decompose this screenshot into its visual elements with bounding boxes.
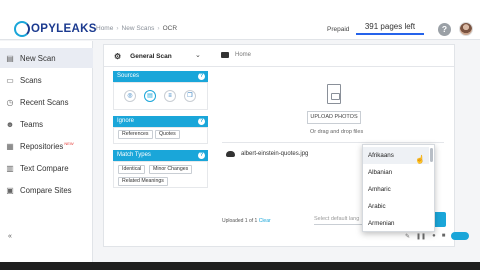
upload-count: Uploaded 1 of 1: [222, 218, 258, 224]
sidebar-item-teams[interactable]: ☻ Teams: [0, 114, 93, 134]
internet-source-icon[interactable]: ◎: [124, 90, 136, 102]
match-types-header: Match Types ?: [113, 150, 208, 161]
language-option[interactable]: Arabic: [363, 198, 429, 215]
sidebar-item-label: Scans: [20, 75, 42, 85]
recording-pill[interactable]: [451, 232, 470, 240]
cloud-upload-icon: [226, 151, 235, 157]
chip-identical[interactable]: Identical: [118, 165, 146, 174]
folder-selector[interactable]: Home: [221, 52, 251, 58]
sources-header: Sources ?: [113, 71, 208, 82]
language-option[interactable]: Albanian: [363, 164, 429, 181]
sidebar-item-label: Text Compare: [20, 163, 69, 173]
match-types-title: Match Types: [117, 152, 151, 158]
sidebar-item-new-scan[interactable]: ▤ New Scan: [0, 48, 93, 68]
user-avatar[interactable]: [459, 22, 473, 36]
collapse-sidebar-icon[interactable]: «: [8, 233, 12, 240]
sidebar-item-label: Recent Scans: [20, 97, 69, 107]
video-bottom-bar: [0, 262, 480, 270]
dropdown-scrollbar[interactable]: [430, 148, 433, 162]
clear-link[interactable]: Clear: [259, 218, 271, 224]
stop-icon[interactable]: ■: [442, 233, 446, 239]
sidebar-item-recent-scans[interactable]: ◷ Recent Scans: [0, 92, 93, 112]
language-option[interactable]: Armenian: [363, 215, 429, 231]
sidebar-item-scans[interactable]: ▭ Scans: [0, 70, 93, 90]
ignore-header: Ignore ?: [113, 116, 208, 127]
breadcrumb-new-scans[interactable]: New Scans: [122, 25, 155, 32]
clock-icon: ◷: [6, 97, 14, 107]
folder-label: Home: [235, 52, 252, 58]
plan-label: Prepaid: [327, 26, 350, 33]
chip-minor-changes[interactable]: Minor Changes: [149, 165, 193, 174]
chip-references[interactable]: References: [118, 130, 153, 139]
copyleaks-app: OPYLEAKS Home › New Scans › OCR Prepaid …: [0, 0, 480, 262]
breadcrumb: Home › New Scans › OCR: [96, 25, 177, 32]
breadcrumb-separator-icon: ›: [116, 25, 119, 32]
repository-source-icon[interactable]: ≡: [164, 90, 176, 102]
gear-icon[interactable]: ⚙: [114, 52, 121, 61]
drop-hint: Or drag and drop files: [310, 129, 364, 135]
ignore-help-icon[interactable]: ?: [198, 118, 205, 125]
chip-related-meanings[interactable]: Related Meanings: [118, 177, 168, 186]
sidebar-item-repositories[interactable]: ▦ Repositories NEW: [0, 136, 93, 156]
scan-type-selector[interactable]: ⚙ General Scan: [114, 52, 172, 61]
file-name: albert-einstein-quotes.jpg: [241, 151, 309, 157]
record-icon[interactable]: ●: [432, 233, 436, 239]
chevron-down-icon[interactable]: ⌄: [195, 51, 201, 59]
upload-photos-button[interactable]: UPLOAD PHOTOS: [307, 111, 361, 124]
mouse-cursor-icon: ☝: [415, 155, 425, 164]
scans-icon: ▭: [6, 75, 14, 85]
sources-title: Sources: [117, 73, 140, 79]
breadcrumb-home[interactable]: Home: [96, 25, 113, 32]
text-compare-icon: ▥: [6, 163, 14, 173]
help-icon[interactable]: ?: [438, 23, 451, 36]
logo-text: OPYLEAKS: [31, 23, 97, 35]
upload-status: Uploaded 1 of 1 Clear: [222, 218, 271, 224]
database-source-icon[interactable]: ▤: [144, 90, 156, 102]
uploaded-file-row: albert-einstein-quotes.jpg: [226, 151, 308, 157]
match-types-help-icon[interactable]: ?: [198, 152, 205, 159]
top-header: OPYLEAKS Home › New Scans › OCR Prepaid …: [0, 0, 480, 40]
repository-icon: ▦: [6, 141, 14, 151]
logo-c-icon: [14, 21, 30, 37]
pages-left-indicator[interactable]: 391 pages left: [356, 20, 424, 35]
team-icon: ☻: [5, 119, 15, 129]
compare-sites-icon: ▣: [6, 185, 14, 195]
breadcrumb-ocr: OCR: [162, 25, 178, 32]
pause-icon[interactable]: ❚❚: [416, 233, 426, 240]
ignore-title: Ignore: [117, 118, 135, 124]
new-badge: NEW: [64, 140, 74, 146]
folder-icon: [221, 52, 229, 58]
new-scan-icon: ▤: [6, 53, 14, 63]
pen-icon[interactable]: ✎: [405, 233, 410, 240]
chip-quotes[interactable]: Quotes: [155, 130, 180, 139]
sources-help-icon[interactable]: ?: [198, 73, 205, 80]
language-option[interactable]: Amharic: [363, 181, 429, 198]
breadcrumb-separator-icon: ›: [157, 25, 160, 32]
sidebar-item-compare-sites[interactable]: ▣ Compare Sites: [0, 180, 93, 200]
document-image-icon: [327, 84, 341, 104]
sidebar-item-label: Compare Sites: [20, 185, 72, 195]
divider: [104, 66, 454, 67]
sidebar-item-label: New Scan: [20, 53, 56, 63]
screen-recorder-toolbar: ✎ ❚❚ ● ■: [405, 232, 470, 240]
sidebar-item-text-compare[interactable]: ▥ Text Compare: [0, 158, 93, 178]
copyleaks-logo[interactable]: OPYLEAKS: [14, 21, 97, 37]
copy-source-icon[interactable]: ❐: [184, 90, 196, 102]
sidebar-item-label: Teams: [20, 119, 43, 129]
scan-type-label: General Scan: [130, 53, 172, 60]
sidebar-item-label: Repositories: [20, 141, 64, 151]
sidebar: ▤ New Scan ▭ Scans ◷ Recent Scans ☻ Team…: [0, 41, 93, 262]
